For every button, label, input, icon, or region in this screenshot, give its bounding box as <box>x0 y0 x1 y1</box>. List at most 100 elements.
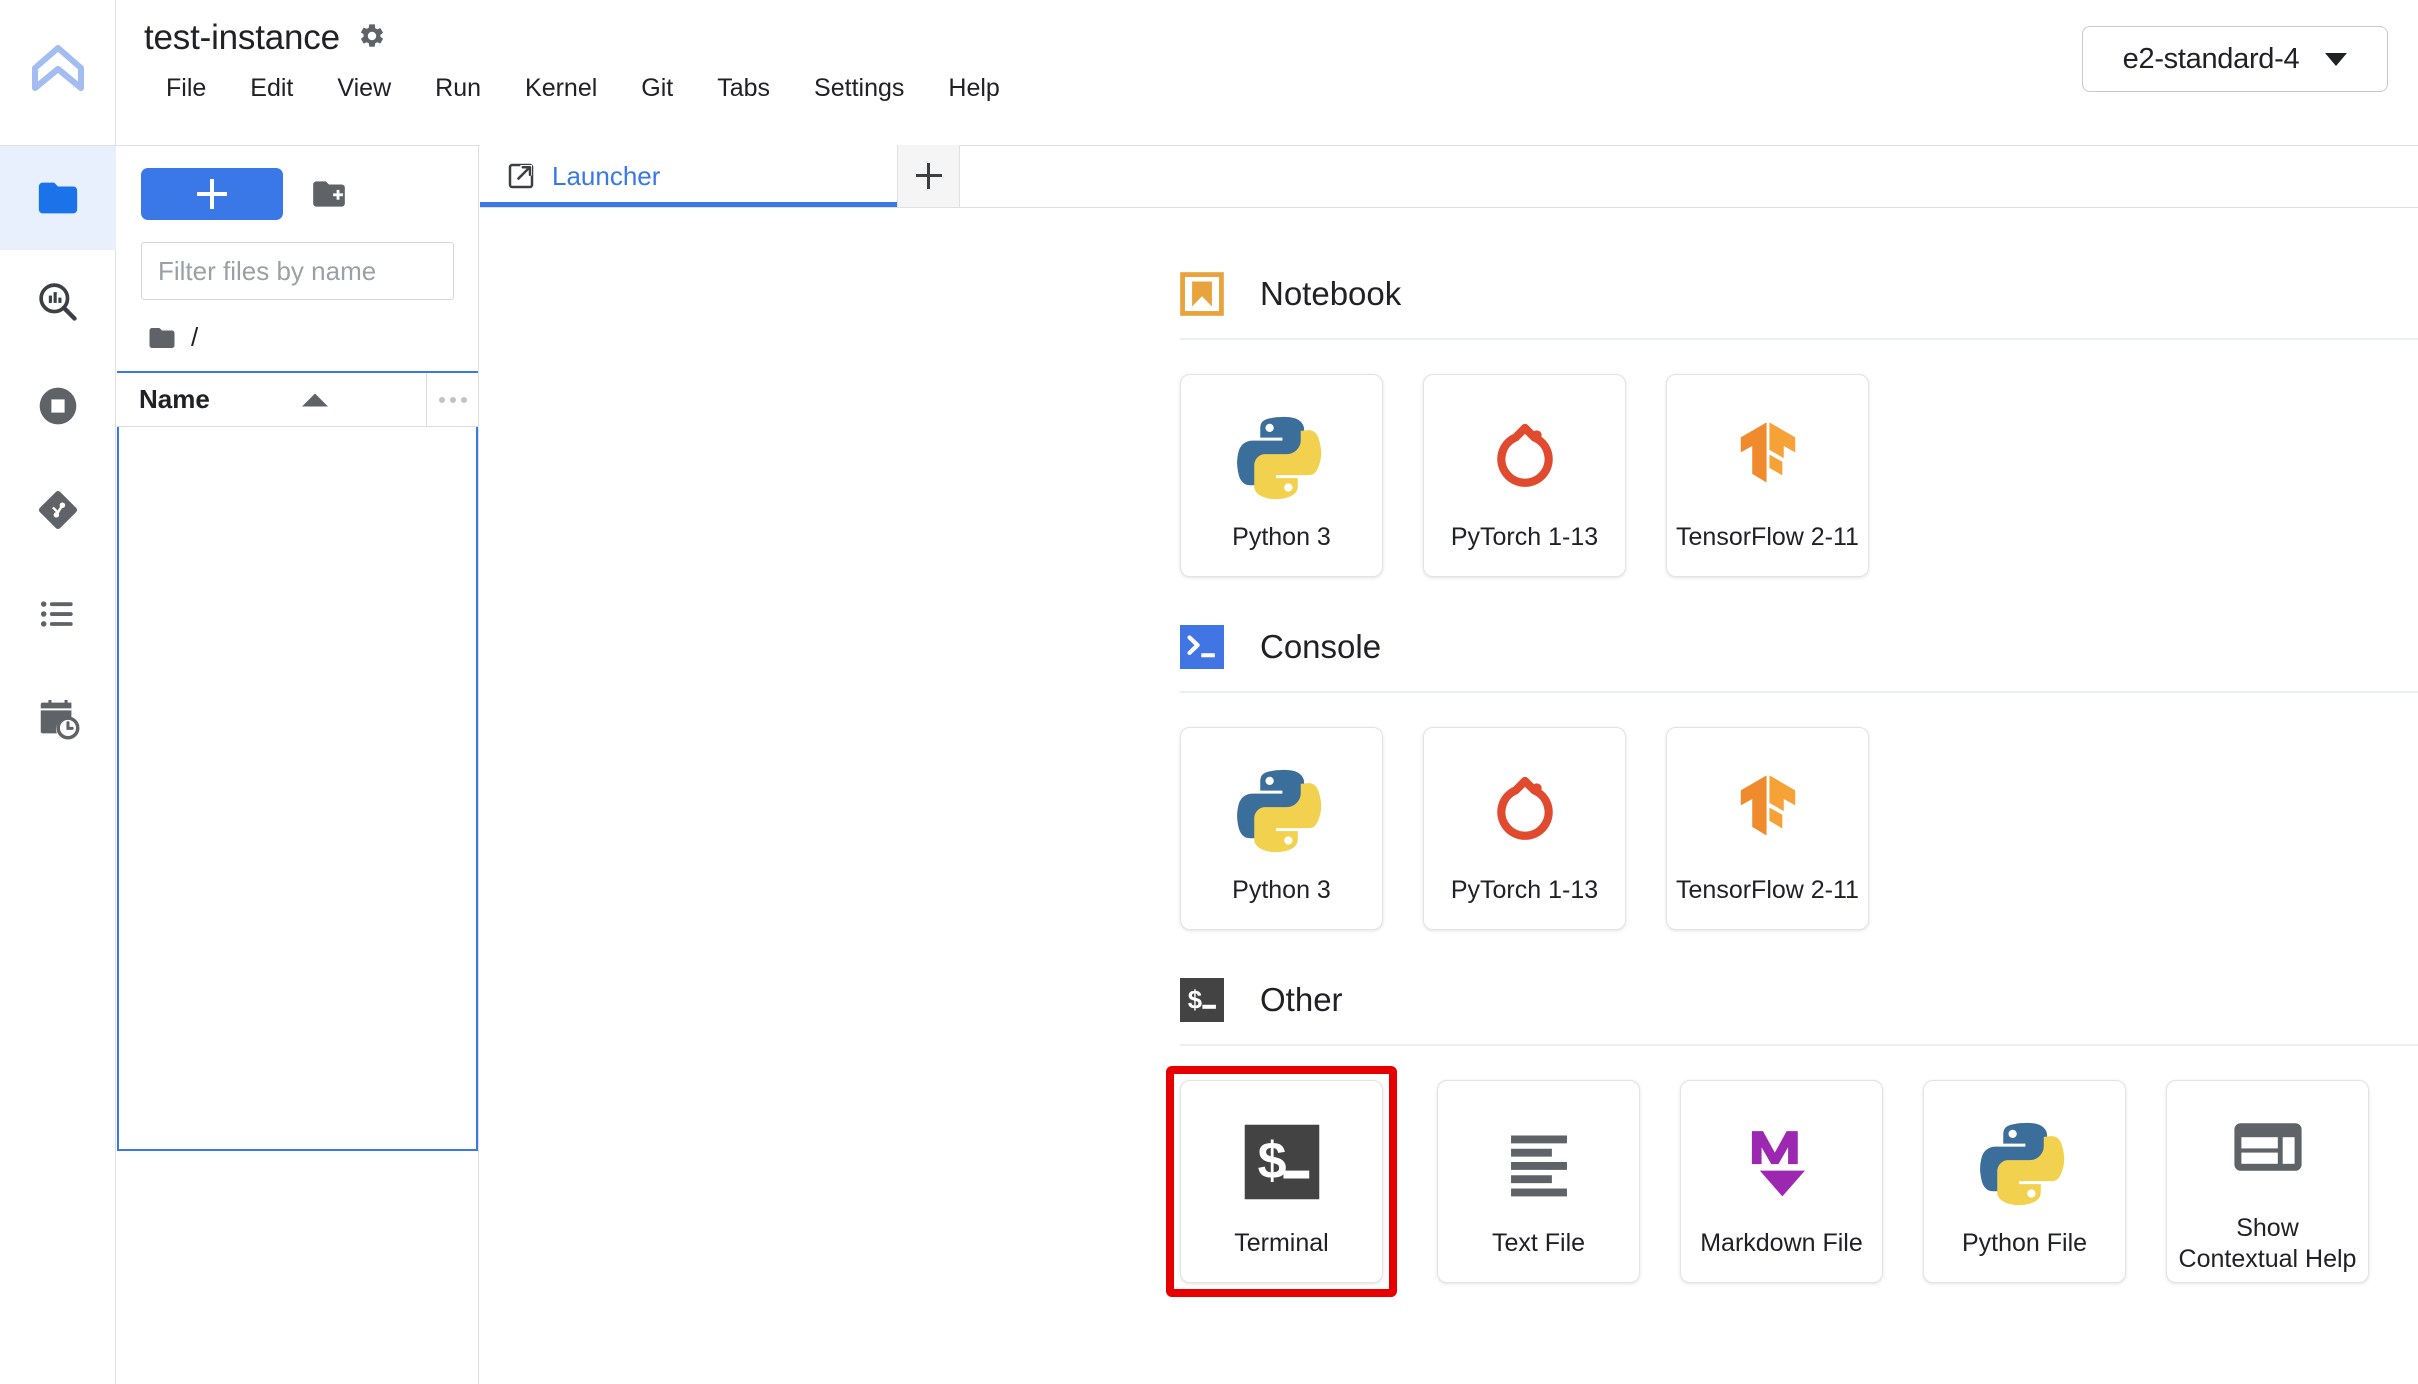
machine-type-dropdown[interactable]: e2-standard-4 <box>2082 26 2388 92</box>
card-label: Text File <box>1491 1229 1586 1258</box>
launcher-card-markdown-file[interactable]: Markdown File <box>1680 1080 1883 1283</box>
card-wrapper: Python 3 <box>1180 374 1383 577</box>
stop-circle-icon <box>39 387 77 425</box>
menu-item-settings[interactable]: Settings <box>792 68 926 109</box>
new-launcher-button[interactable] <box>141 168 283 220</box>
launcher-card-pytorch-console[interactable]: PyTorch 1-13 <box>1423 727 1626 930</box>
terminal-icon: $ <box>1239 1110 1325 1214</box>
git-icon <box>38 490 78 530</box>
sidebar-item-file-browser[interactable] <box>0 146 116 250</box>
menu-item-file[interactable]: File <box>144 68 228 109</box>
menu-item-kernel[interactable]: Kernel <box>503 68 619 109</box>
launcher-section-console: Console Python 3 PyTorch 1-13 TensorFlow… <box>480 625 2418 930</box>
pytorch-icon <box>1482 404 1568 508</box>
section-divider <box>1180 338 2418 340</box>
card-label: Markdown File <box>1700 1229 1863 1258</box>
ellipsis-icon <box>438 396 445 403</box>
tensorflow-icon <box>1725 404 1811 508</box>
sidebar-rail <box>0 146 116 1384</box>
svg-text:$: $ <box>1188 986 1202 1014</box>
launcher-card-python3-notebook[interactable]: Python 3 <box>1180 374 1383 577</box>
section-divider <box>1180 1044 2418 1046</box>
card-wrapper: Python File <box>1923 1080 2126 1283</box>
launcher-card-pytorch-notebook[interactable]: PyTorch 1-13 <box>1423 374 1626 577</box>
pytorch-icon <box>1482 757 1568 861</box>
machine-type-value: e2-standard-4 <box>2122 42 2300 75</box>
sidebar-item-running-sessions[interactable] <box>0 354 116 458</box>
menu-item-help[interactable]: Help <box>926 68 1021 109</box>
new-tab-button[interactable] <box>898 145 960 207</box>
card-wrapper: PyTorch 1-13 <box>1423 727 1626 930</box>
top-bar: test-instance File Edit View Run Kernel … <box>0 0 2418 146</box>
ellipsis-icon <box>460 396 467 403</box>
sidebar-item-data-inspector[interactable] <box>0 250 116 354</box>
highlighted-card-wrapper: $ Terminal <box>1166 1066 1397 1297</box>
sort-ascending-icon <box>302 393 328 406</box>
sidebar-item-scheduler[interactable] <box>0 666 116 770</box>
card-label: Show Contextual Help <box>2178 1214 2357 1273</box>
file-list-header: Name <box>117 371 478 427</box>
launcher-card-contextual-help[interactable]: Show Contextual Help <box>2166 1080 2369 1283</box>
section-title: Notebook <box>1260 275 1402 312</box>
launcher-card-terminal[interactable]: $ Terminal <box>1180 1080 1383 1283</box>
card-wrapper: Markdown File <box>1680 1080 1883 1283</box>
folder-icon <box>38 182 78 214</box>
menu-bar: File Edit View Run Kernel Git Tabs Setti… <box>144 68 2418 109</box>
card-wrapper: Python 3 <box>1180 727 1383 930</box>
list-icon <box>40 601 73 627</box>
header-main: test-instance File Edit View Run Kernel … <box>116 0 2418 145</box>
card-label: PyTorch 1-13 <box>1450 523 1599 552</box>
sidebar-item-git[interactable] <box>0 458 116 562</box>
launcher-card-tensorflow-notebook[interactable]: TensorFlow 2-11 <box>1666 374 1869 577</box>
section-header: Console <box>480 625 2418 669</box>
breadcrumb-path: / <box>191 322 199 352</box>
menu-item-view[interactable]: View <box>315 68 413 109</box>
card-label: Python 3 <box>1232 876 1331 905</box>
terminal-prompt-icon: $ <box>1180 978 1224 1022</box>
column-header-name[interactable]: Name <box>117 384 426 415</box>
tensorflow-icon <box>1725 757 1811 861</box>
menu-item-tabs[interactable]: Tabs <box>695 68 792 109</box>
menu-item-run[interactable]: Run <box>413 68 503 109</box>
section-header: Notebook <box>480 272 2418 316</box>
console-prompt-icon <box>1180 625 1224 669</box>
filter-files-field[interactable] <box>141 242 493 300</box>
launcher-card-text-file[interactable]: Text File <box>1437 1080 1640 1283</box>
card-wrapper: PyTorch 1-13 <box>1423 374 1626 577</box>
section-cards: Python 3 PyTorch 1-13 TensorFlow 2-11 <box>480 727 2418 930</box>
card-label: Python 3 <box>1232 523 1331 552</box>
launcher-icon <box>508 163 534 189</box>
launcher-card-python-file[interactable]: Python File <box>1923 1080 2126 1283</box>
card-wrapper: TensorFlow 2-11 <box>1666 727 1869 930</box>
tab-launcher[interactable]: Launcher <box>480 145 898 207</box>
notebook-bookmark-icon <box>1180 272 1224 316</box>
card-label: Terminal <box>1234 1229 1329 1258</box>
menu-item-git[interactable]: Git <box>619 68 695 109</box>
section-title: Console <box>1260 628 1382 665</box>
page-title: test-instance <box>144 18 340 57</box>
section-divider <box>1180 691 2418 693</box>
launcher-section-other: $ Other $ Terminal Text File Markdown Fi… <box>480 978 2418 1297</box>
file-list[interactable] <box>117 427 478 1151</box>
column-options-button[interactable] <box>426 373 478 426</box>
sidebar-item-toc[interactable] <box>0 562 116 666</box>
new-folder-button[interactable] <box>305 170 353 218</box>
launcher-section-notebook: Notebook Python 3 PyTorch 1-13 TensorFlo… <box>480 272 2418 577</box>
breadcrumb[interactable]: / <box>117 300 478 353</box>
search-chart-icon <box>39 283 77 321</box>
card-wrapper: TensorFlow 2-11 <box>1666 374 1869 577</box>
file-browser-panel: / Name <box>117 146 493 1384</box>
jupyterlab-workbench-window: test-instance File Edit View Run Kernel … <box>0 0 2418 1384</box>
launcher-card-tensorflow-console[interactable]: TensorFlow 2-11 <box>1666 727 1869 930</box>
main-area: Launcher Notebook Python 3 PyTorch 1-13 … <box>480 145 2418 1384</box>
gear-icon[interactable] <box>358 22 386 55</box>
plus-icon <box>915 163 942 189</box>
ellipsis-icon <box>449 396 456 403</box>
tab-bar: Launcher <box>480 145 2418 208</box>
search-input[interactable] <box>158 255 493 287</box>
python-icon <box>1236 404 1327 508</box>
launcher-card-python3-console[interactable]: Python 3 <box>1180 727 1383 930</box>
menu-item-edit[interactable]: Edit <box>228 68 315 109</box>
folder-icon <box>149 327 175 348</box>
